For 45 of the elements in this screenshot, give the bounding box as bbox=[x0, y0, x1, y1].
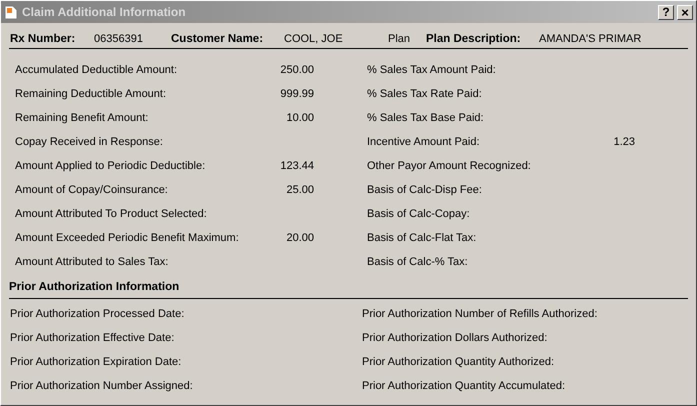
field-label: Basis of Calc-Disp Fee: bbox=[367, 182, 483, 198]
field-label: Remaining Deductible Amount: bbox=[15, 86, 168, 102]
field-label: Prior Authorization Expiration Date: bbox=[10, 355, 182, 370]
field-label: Prior Authorization Number Assigned: bbox=[10, 379, 193, 394]
window-icon bbox=[4, 4, 18, 20]
field-label: Amount Attributed To Product Selected: bbox=[15, 206, 208, 222]
field-label: % Sales Tax Amount Paid: bbox=[367, 62, 497, 78]
field-label: Amount Exceeded Periodic Benefit Maximum: bbox=[15, 230, 240, 246]
field-label: Incentive Amount Paid: bbox=[367, 134, 481, 150]
field-value: AMANDA'S PRIMAR bbox=[539, 32, 642, 48]
field-label: Remaining Benefit Amount: bbox=[15, 110, 150, 126]
field-value: Plan bbox=[388, 32, 412, 48]
field-label: Prior Authorization Number of Refills Authorized: bbox=[362, 307, 598, 322]
field-label: Customer Name: bbox=[171, 32, 264, 47]
field-value: 25.00 bbox=[285, 182, 314, 198]
field-value: 1.23 bbox=[612, 134, 635, 150]
field-label: Prior Authorization Quantity Accumulated: bbox=[362, 379, 565, 394]
field-value: 10.00 bbox=[285, 110, 314, 126]
field-label: Prior Authorization Quantity Authorized: bbox=[362, 355, 554, 370]
field-label: Basis of Calc-Flat Tax: bbox=[367, 230, 478, 246]
field-label: Other Payor Amount Recognized: bbox=[367, 158, 532, 174]
field-value: 250.00 bbox=[279, 62, 314, 78]
field-value: COOL, JOE bbox=[284, 32, 344, 48]
field-label: Accumulated Deductible Amount: bbox=[15, 62, 178, 78]
field-label: % Sales Tax Base Paid: bbox=[367, 110, 485, 126]
field-label: Copay Received in Response: bbox=[15, 134, 164, 150]
field-label: Prior Authorization Processed Date: bbox=[10, 307, 184, 322]
section-heading: Prior Authorization Information bbox=[9, 279, 688, 300]
field-label: Prior Authorization Effective Date: bbox=[10, 331, 174, 346]
field-label: % Sales Tax Rate Paid: bbox=[367, 86, 483, 102]
window-title: Claim Additional Information bbox=[22, 4, 186, 21]
field-value: 06356391 bbox=[94, 32, 144, 48]
field-label: Basis of Calc-Copay: bbox=[367, 206, 471, 222]
help-button[interactable]: ? bbox=[658, 4, 674, 20]
field-label: Amount of Copay/Coinsurance: bbox=[15, 182, 169, 198]
field-label: Prior Authorization Dollars Authorized: bbox=[362, 331, 548, 346]
field-label: Amount Attributed to Sales Tax: bbox=[15, 254, 170, 270]
field-value: 123.44 bbox=[279, 158, 314, 174]
field-value: 999.99 bbox=[279, 86, 314, 102]
field-label: Amount Applied to Periodic Deductible: bbox=[15, 158, 206, 174]
close-button[interactable]: × bbox=[677, 4, 693, 20]
field-label: Plan Description: bbox=[426, 32, 522, 47]
field-label: Rx Number: bbox=[10, 32, 76, 47]
field-value: 20.00 bbox=[285, 230, 314, 246]
field-label: Basis of Calc-% Tax: bbox=[367, 254, 469, 270]
